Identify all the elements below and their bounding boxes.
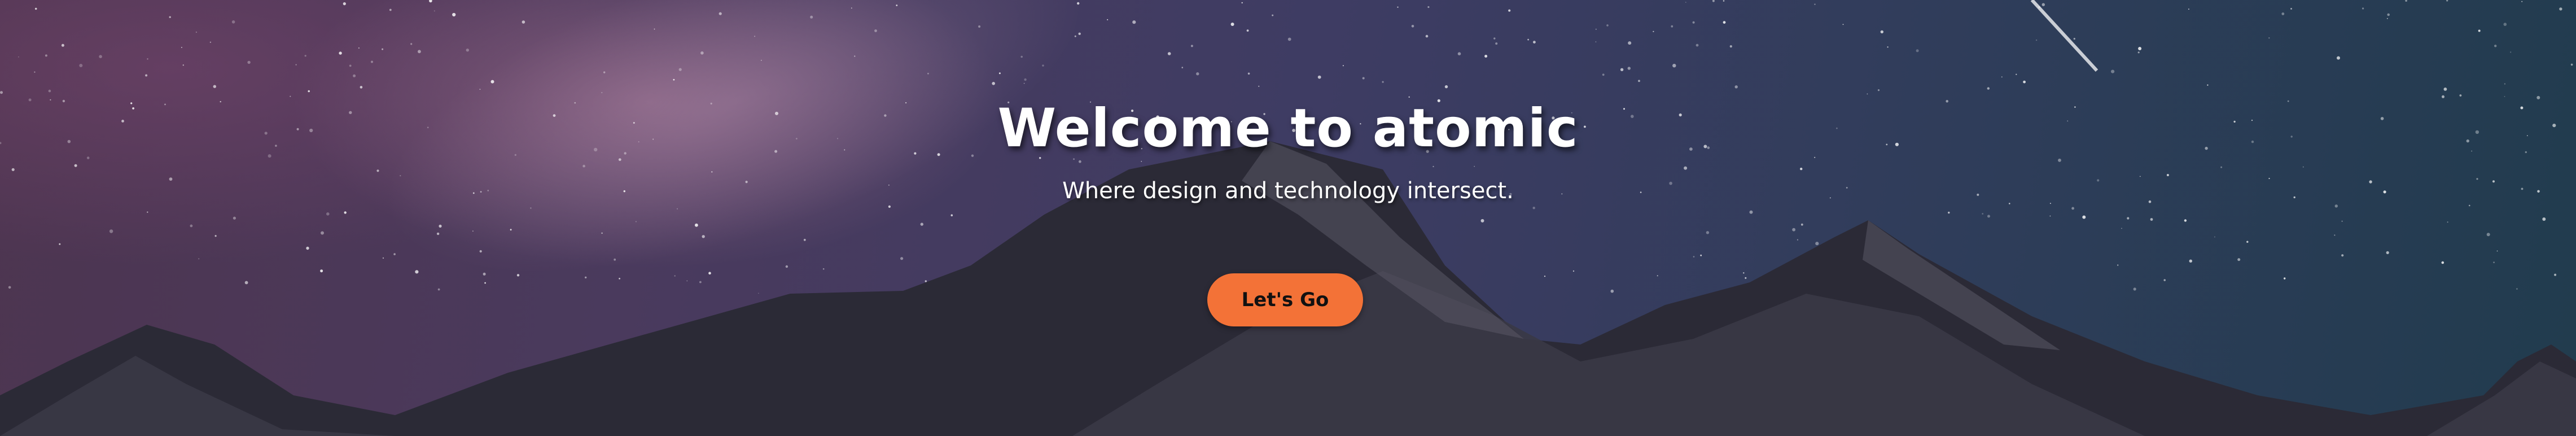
hero-content: Welcome to atomic Where design and techn… — [0, 0, 2576, 436]
hero-section: Welcome to atomic Where design and techn… — [0, 0, 2576, 436]
lets-go-button[interactable]: Let's Go — [1207, 273, 1363, 326]
hero-subtitle: Where design and technology intersect. — [1062, 178, 1514, 204]
hero-title: Welcome to atomic — [997, 98, 1579, 159]
